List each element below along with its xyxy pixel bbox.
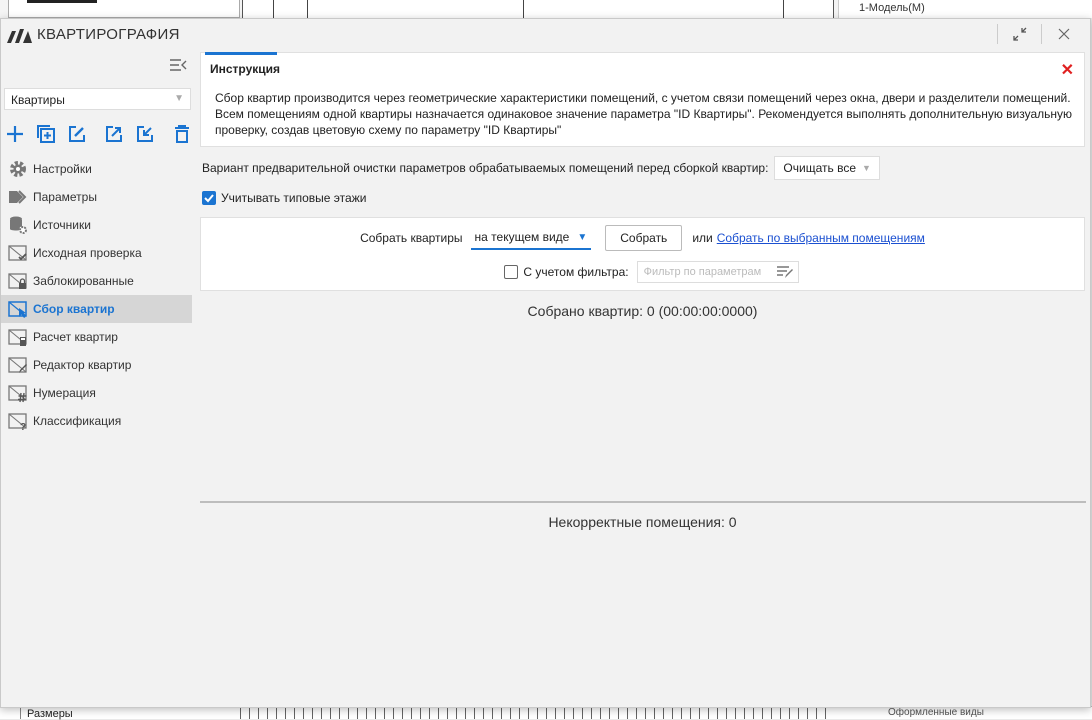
sidebar-item-label: Классификация xyxy=(33,414,122,428)
sidebar-item-label: Расчет квартир xyxy=(33,330,118,344)
filter-checkbox[interactable] xyxy=(504,265,519,279)
envelope-cursor-icon xyxy=(7,298,29,320)
sidebar-item-sources[interactable]: Источники xyxy=(1,211,192,239)
tags-icon xyxy=(7,186,29,208)
sidebar-item-label: Редактор квартир xyxy=(33,358,132,372)
delete-icon[interactable] xyxy=(172,123,192,145)
collect-panel: Собрать квартиры на текущем виде ▼ Собра… xyxy=(200,217,1085,291)
collect-button[interactable]: Собрать xyxy=(605,225,683,251)
background-app-top: 1-Модель(М) xyxy=(0,0,1092,18)
background-frame xyxy=(8,0,240,18)
svg-text:?: ? xyxy=(20,422,26,431)
dataset-select[interactable]: Квартиры ▼ xyxy=(4,88,191,110)
collect-label: Собрать квартиры xyxy=(360,231,463,245)
sidebar-item-parameters[interactable]: Параметры xyxy=(1,183,192,211)
background-project-tree: 1-Модель(М) xyxy=(838,0,1092,18)
instruction-panel: Инструкция ✕ Сбор квартир производится ч… xyxy=(200,52,1085,147)
close-window-icon[interactable] xyxy=(1053,23,1075,45)
cleanup-label: Вариант предварительной очистки параметр… xyxy=(202,161,769,175)
incorrect-rooms-status: Некорректные помещения: 0 xyxy=(548,514,737,530)
export-icon[interactable] xyxy=(104,123,124,145)
background-label-right: Оформленные виды xyxy=(888,707,984,718)
typical-floors-row: Учитывать типовые этажи xyxy=(202,189,366,207)
gear-icon xyxy=(7,158,29,180)
main-panel: Инструкция ✕ Сбор квартир производится ч… xyxy=(200,49,1086,707)
sidebar-nav: Настройки Параметры Источники Исходная п… xyxy=(1,155,192,435)
instruction-title: Инструкция xyxy=(210,62,281,76)
envelope-calculator-icon xyxy=(7,326,29,348)
envelope-hash-icon xyxy=(7,382,29,404)
sidebar-item-blocked[interactable]: Заблокированные xyxy=(1,267,192,295)
cleanup-option-row: Вариант предварительной очистки параметр… xyxy=(202,155,880,181)
collect-mode-select[interactable]: на текущем виде ▼ xyxy=(470,226,592,250)
collect-mode-value: на текущем виде xyxy=(474,230,570,244)
sidebar-item-initial-check[interactable]: Исходная проверка xyxy=(1,239,192,267)
sidebar-item-label: Сбор квартир xyxy=(33,302,115,316)
sidebar-item-editor[interactable]: Редактор квартир xyxy=(1,351,192,379)
sidebar-item-label: Настройки xyxy=(33,162,92,176)
dataset-select-value: Квартиры xyxy=(11,93,65,107)
filter-edit-icon[interactable] xyxy=(776,265,794,279)
splitter[interactable] xyxy=(200,501,1086,503)
filter-placeholder: Фильтр по параметрам xyxy=(643,266,762,278)
caret-down-icon: ▼ xyxy=(577,231,588,243)
filter-input[interactable]: Фильтр по параметрам xyxy=(636,261,799,283)
import-icon[interactable] xyxy=(135,123,155,145)
envelope-lock-icon xyxy=(7,270,29,292)
background-label: Размеры xyxy=(27,708,73,720)
sidebar-item-numbering[interactable]: Нумерация xyxy=(1,379,192,407)
sidebar-item-label: Параметры xyxy=(33,190,97,204)
sidebar-item-label: Нумерация xyxy=(33,386,96,400)
collapse-menu-icon[interactable] xyxy=(169,57,187,73)
app-logo-icon xyxy=(7,29,32,43)
sidebar-item-label: Заблокированные xyxy=(33,274,134,288)
typical-floors-label: Учитывать типовые этажи xyxy=(221,191,367,205)
sidebar-item-collect-apartments[interactable]: Сбор квартир xyxy=(1,295,192,323)
envelope-question-icon: ? xyxy=(7,410,29,432)
chevron-down-icon: ▼ xyxy=(862,163,871,173)
sidebar: Квартиры ▼ Настройки Параметры Источники… xyxy=(1,49,197,707)
plugin-window: КВАРТИРОГРАФИЯ Квартиры ▼ Настройки Пара… xyxy=(0,18,1091,708)
collect-selected-link[interactable]: Собрать по выбранным помещениям xyxy=(717,231,925,245)
sidebar-item-label: Исходная проверка xyxy=(33,246,142,260)
cleanup-select-value: Очищать все xyxy=(783,161,856,175)
cleanup-select[interactable]: Очищать все ▼ xyxy=(774,156,880,180)
sidebar-item-settings[interactable]: Настройки xyxy=(1,155,192,183)
close-instruction-icon[interactable]: ✕ xyxy=(1061,63,1074,79)
add-copy-icon[interactable] xyxy=(36,123,56,145)
sidebar-toolbar xyxy=(5,121,191,147)
chevron-down-icon: ▼ xyxy=(174,93,184,104)
sidebar-item-label: Источники xyxy=(33,218,91,232)
background-drawing xyxy=(242,0,834,18)
database-gear-icon xyxy=(7,214,29,236)
typical-floors-checkbox[interactable] xyxy=(202,191,216,205)
collected-status: Собрано квартир: 0 (00:00:00:0000) xyxy=(527,303,758,319)
envelope-check-icon xyxy=(7,242,29,264)
sidebar-item-calculation[interactable]: Расчет квартир xyxy=(1,323,192,351)
background-drawing-bottom xyxy=(240,707,830,719)
title-bar: КВАРТИРОГРАФИЯ xyxy=(1,19,1090,49)
or-label: или xyxy=(692,231,713,245)
sidebar-item-classification[interactable]: ? Классификация xyxy=(1,407,192,435)
filter-label: С учетом фильтра: xyxy=(523,265,629,279)
edit-icon[interactable] xyxy=(67,123,87,145)
window-title: КВАРТИРОГРАФИЯ xyxy=(37,26,180,43)
instruction-text: Сбор квартир производится через геометри… xyxy=(215,91,1073,137)
add-icon[interactable] xyxy=(5,123,25,145)
collapse-window-icon[interactable] xyxy=(1009,23,1031,45)
envelope-pencil-icon xyxy=(7,354,29,376)
tree-item-label[interactable]: 1-Модель(М) xyxy=(859,2,925,14)
